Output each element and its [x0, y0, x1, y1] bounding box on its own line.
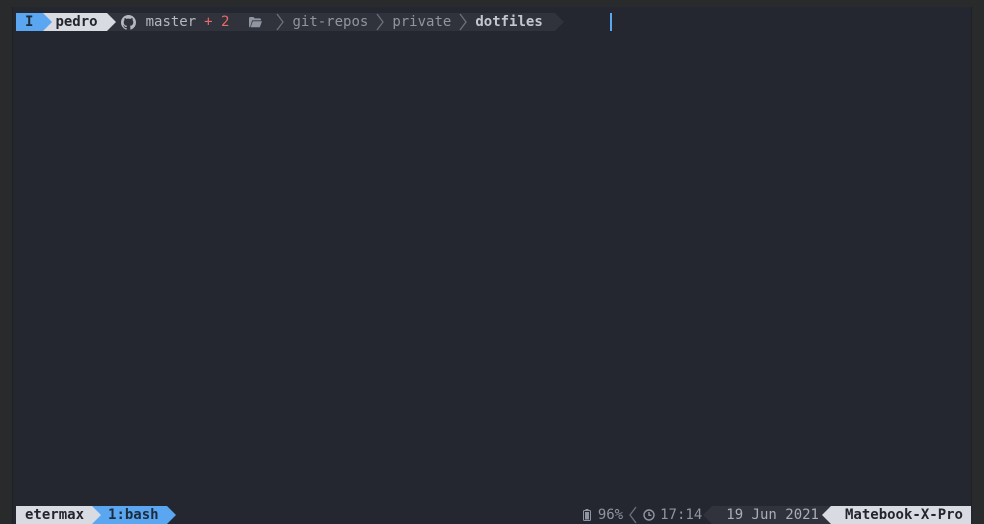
battery-percentage: 96%: [597, 507, 624, 523]
chevron-right-icon: [459, 13, 468, 31]
username: pedro: [55, 14, 98, 30]
vi-mode-label: I: [25, 14, 34, 30]
tmux-session[interactable]: etermax: [16, 506, 102, 524]
powerline-arrow-icon: [821, 506, 831, 524]
status-right: 96% 17:14 19 Jun 2021 Matebook-X-Pro: [582, 506, 971, 524]
powerline-arrow-icon: [166, 506, 176, 524]
clock-time: 17:14: [660, 507, 703, 523]
hostname: Matebook-X-Pro: [844, 507, 963, 523]
session-name: etermax: [25, 507, 85, 523]
chevron-right-icon: [276, 13, 285, 31]
powerline-arrow-icon: [43, 13, 53, 31]
terminal-window: I pedro master + 2 git-repos private dot…: [0, 0, 984, 524]
path-part: git-repos: [292, 14, 369, 30]
current-directory: dotfiles: [475, 14, 543, 30]
folder-icon: [249, 16, 263, 27]
shell-prompt: I pedro master + 2 git-repos private dot…: [16, 13, 564, 31]
git-segment: master + 2: [106, 13, 249, 31]
powerline-arrow-icon: [703, 506, 713, 524]
battery-status: 96%: [582, 506, 624, 524]
date-text: 19 Jun 2021: [726, 507, 819, 523]
chevron-right-icon: [376, 13, 385, 31]
path-segment: git-repos private dotfiles: [239, 13, 564, 31]
path-part: private: [392, 14, 452, 30]
date-segment: 19 Jun 2021: [703, 506, 831, 524]
powerline-arrow-icon: [92, 506, 102, 524]
status-left: etermax 1:bash: [16, 506, 176, 524]
tmux-status-bar: etermax 1:bash 96% 17:14 19 Jun 2021 Mat…: [13, 506, 973, 524]
vi-mode-indicator: I: [16, 13, 53, 31]
window-name: 1:bash: [108, 507, 159, 523]
clock-status: 17:14: [643, 506, 702, 524]
chevron-left-icon: [629, 506, 637, 524]
git-dirty-count: + 2: [204, 14, 230, 30]
powerline-arrow-icon: [239, 13, 249, 31]
git-branch: master: [145, 14, 197, 30]
powerline-arrow-icon: [106, 13, 116, 31]
github-icon: [120, 14, 136, 30]
powerline-arrow-icon: [554, 13, 564, 31]
tmux-window-tab[interactable]: 1:bash: [92, 506, 176, 524]
clock-icon: [643, 509, 655, 521]
user-segment: pedro: [43, 13, 116, 31]
hostname-segment: Matebook-X-Pro: [821, 506, 971, 524]
text-cursor: [610, 13, 612, 31]
battery-icon: [582, 509, 591, 521]
terminal-pane[interactable]: I pedro master + 2 git-repos private dot…: [12, 7, 973, 524]
